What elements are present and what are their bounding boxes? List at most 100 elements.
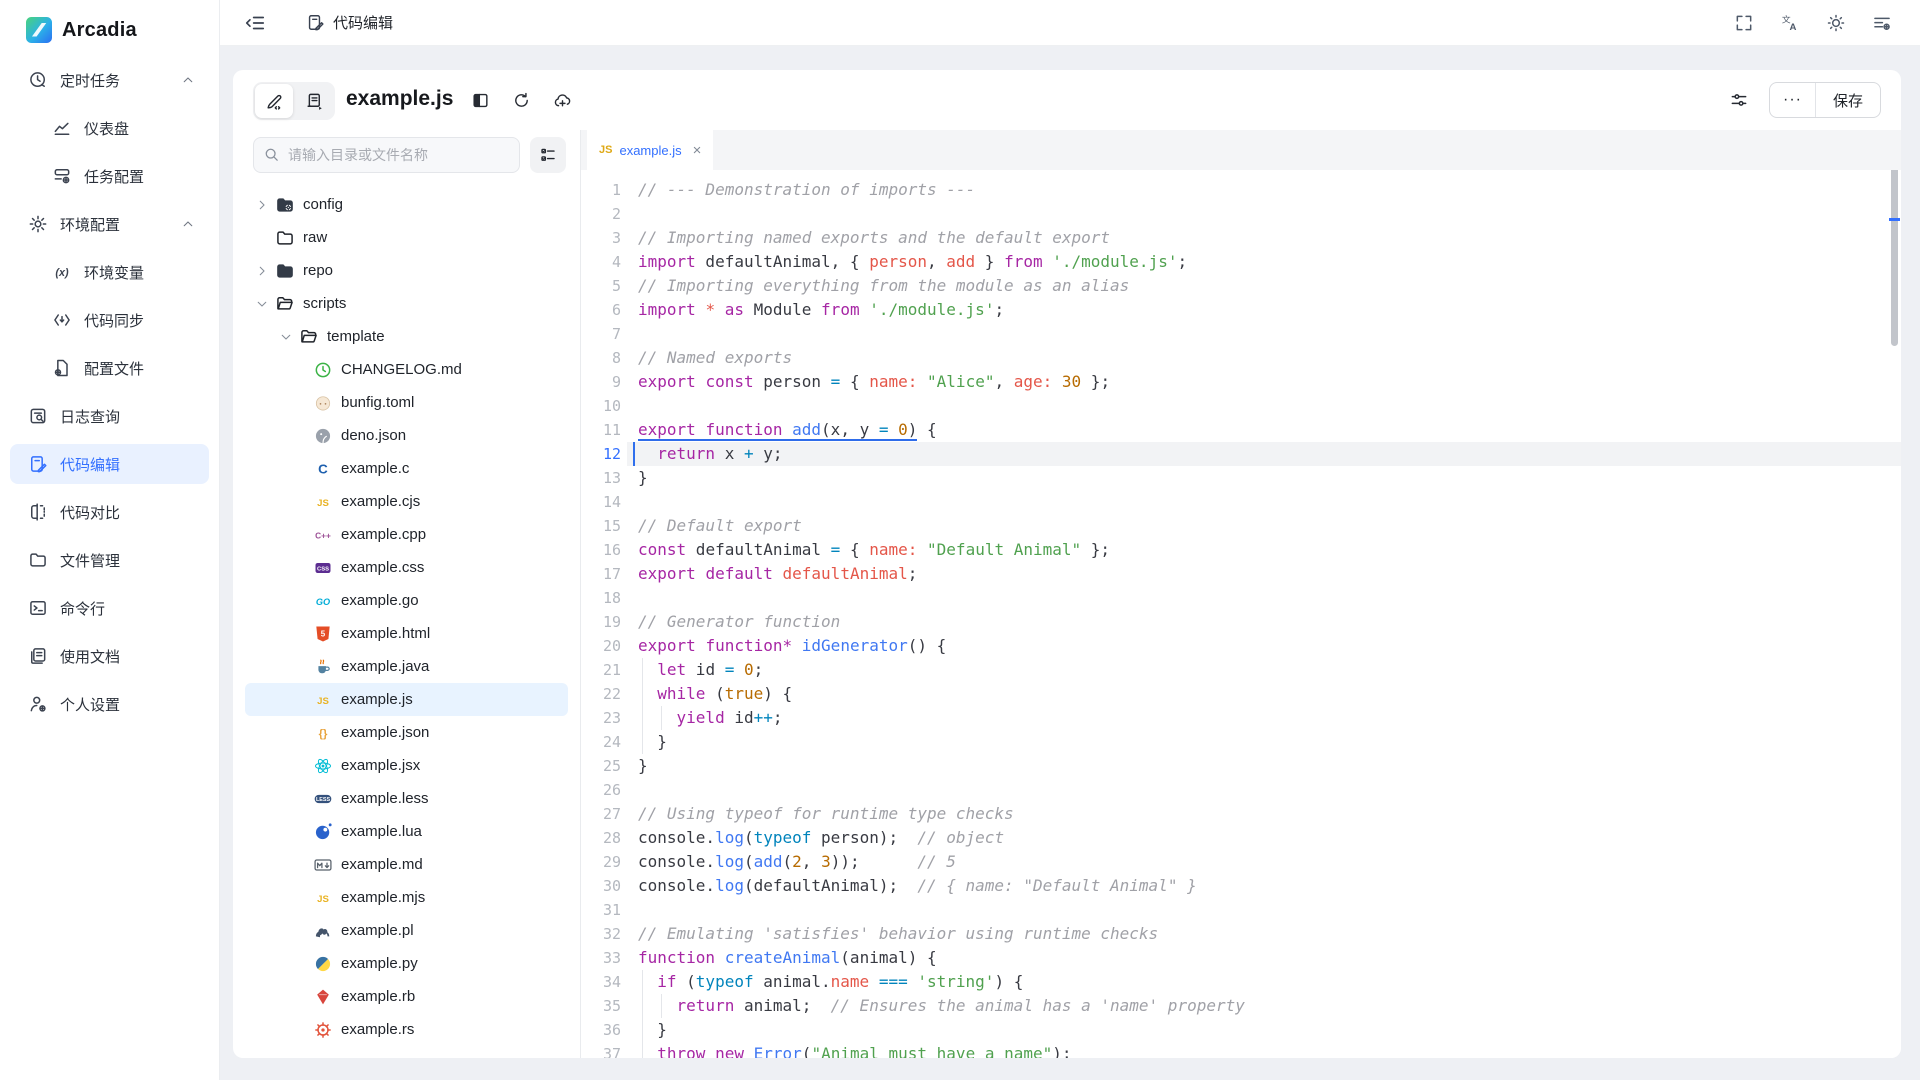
line-text: function createAnimal(animal) { xyxy=(638,948,937,967)
save-button[interactable]: 保存 xyxy=(1816,83,1880,117)
tree-node-example.cpp[interactable]: C++example.cpp xyxy=(245,518,568,551)
translate-icon[interactable]: 文A xyxy=(1780,13,1800,33)
code-line-14: 14 xyxy=(581,490,1901,514)
edit-code-mode-button[interactable] xyxy=(255,84,293,118)
sidebar-item-个人设置[interactable]: 个人设置 xyxy=(10,684,209,724)
sidebar-item-文件管理[interactable]: 文件管理 xyxy=(10,540,209,580)
code-line-23: 23 yield id++; xyxy=(581,706,1901,730)
arcadia-logo-icon xyxy=(26,17,52,43)
line-number: 34 xyxy=(581,970,621,994)
tree-node-raw[interactable]: raw xyxy=(245,221,568,254)
search-box xyxy=(253,137,520,173)
line-number: 37 xyxy=(581,1042,621,1058)
sidebar-item-代码同步[interactable]: 代码同步 xyxy=(10,300,209,340)
tree-filter-button[interactable] xyxy=(530,137,566,173)
tree-node-example.pl[interactable]: example.pl xyxy=(245,914,568,947)
tree-node-example.py[interactable]: example.py xyxy=(245,947,568,980)
tree-node-example.cjs[interactable]: JSexample.cjs xyxy=(245,485,568,518)
tab-example-js[interactable]: JS example.js × xyxy=(587,130,713,170)
content-area: example.js ··· 保存 xyxy=(220,46,1920,1080)
sidebar-item-使用文档[interactable]: 使用文档 xyxy=(10,636,209,676)
folder-solid-icon xyxy=(275,261,295,281)
script-run-mode-button[interactable] xyxy=(295,84,333,118)
sidebar-item-日志查询[interactable]: 日志查询 xyxy=(10,396,209,436)
tree-node-example.md[interactable]: example.md xyxy=(245,848,568,881)
chevron-right-icon[interactable] xyxy=(255,264,269,278)
folder-icon xyxy=(275,228,295,248)
tree-node-CHANGELOG.md[interactable]: CHANGELOG.md xyxy=(245,353,568,386)
tree-node-example.rb[interactable]: example.rb xyxy=(245,980,568,1013)
tree-node-example.html[interactable]: 5example.html xyxy=(245,617,568,650)
code-line-17: 17export default defaultAnimal; xyxy=(581,562,1901,586)
tree-node-example.js[interactable]: JS example.js xyxy=(245,683,568,716)
fullscreen-icon[interactable] xyxy=(1734,13,1754,33)
code-editor: JS example.js × 1// --- Demonstration of… xyxy=(580,130,1901,1058)
chevron-right-icon[interactable] xyxy=(255,198,269,212)
tree-node-example.css[interactable]: CSSexample.css xyxy=(245,551,568,584)
tree-search-input[interactable] xyxy=(253,137,520,173)
tree-node-example.java[interactable]: example.java xyxy=(245,650,568,683)
sidebar-item-任务配置[interactable]: 任务配置 xyxy=(10,156,209,196)
code-line-36: 36 } xyxy=(581,1018,1901,1042)
vertical-scrollbar[interactable] xyxy=(1891,170,1898,346)
tree-node-example.json[interactable]: {}example.json xyxy=(245,716,568,749)
tree-node-label: example.js xyxy=(341,691,413,708)
more-button[interactable]: ··· xyxy=(1770,83,1816,117)
brand-name: Arcadia xyxy=(62,19,137,42)
sidebar-item-配置文件[interactable]: 配置文件 xyxy=(10,348,209,388)
sidebar-item-命令行[interactable]: 命令行 xyxy=(10,588,209,628)
tree-node-config[interactable]: config xyxy=(245,188,568,221)
tree-node-label: example.py xyxy=(341,955,418,972)
sidebar-item-环境变量[interactable]: (x)环境变量 xyxy=(10,252,209,292)
tree-node-template[interactable]: template xyxy=(245,320,568,353)
tree-node-bunfig.toml[interactable]: bunfig.toml xyxy=(245,386,568,419)
code-area[interactable]: 1// --- Demonstration of imports ---23//… xyxy=(581,170,1901,1058)
chevron-down-icon[interactable] xyxy=(255,297,269,311)
theme-light-icon[interactable] xyxy=(1826,13,1846,33)
sidebar-item-环境配置[interactable]: 环境配置 xyxy=(10,204,209,244)
sliders-icon[interactable] xyxy=(1729,90,1749,110)
tree-node-example.lua[interactable]: example.lua xyxy=(245,815,568,848)
chevron-up-icon[interactable] xyxy=(181,217,195,231)
cloud-add-icon[interactable] xyxy=(553,91,572,110)
line-text: export default defaultAnimal; xyxy=(638,564,917,583)
sidebar-item-仪表盘[interactable]: 仪表盘 xyxy=(10,108,209,148)
line-number: 16 xyxy=(581,538,621,562)
file-title: example.js xyxy=(346,87,453,111)
tree-node-example.c[interactable]: Cexample.c xyxy=(245,452,568,485)
line-text: console.log(add(2, 3)); // 5 xyxy=(638,852,956,871)
tree-node-example.go[interactable]: GOexample.go xyxy=(245,584,568,617)
line-text: // Using typeof for runtime type checks xyxy=(638,804,1014,823)
tree-node-example.mjs[interactable]: JSexample.mjs xyxy=(245,881,568,914)
code-line-29: 29console.log(add(2, 3)); // 5 xyxy=(581,850,1901,874)
svg-text:JS: JS xyxy=(317,695,329,706)
go-icon: GO xyxy=(313,591,333,611)
split-panel-icon[interactable] xyxy=(471,91,490,110)
chevron-up-icon[interactable] xyxy=(181,73,195,87)
tree-node-example.rs[interactable]: example.rs xyxy=(245,1013,568,1046)
config-file-icon xyxy=(52,358,72,378)
code-line-2: 2 xyxy=(581,202,1901,226)
sidebar-item-代码编辑[interactable]: 代码编辑 xyxy=(10,444,209,484)
tree-node-deno.json[interactable]: deno.json xyxy=(245,419,568,452)
tree-node-repo[interactable]: repo xyxy=(245,254,568,287)
code-line-11: 11export function add(x, y = 0) { xyxy=(581,418,1901,442)
breadcrumb[interactable]: 代码编辑 xyxy=(306,12,393,33)
cpp-icon: C++ xyxy=(313,525,333,545)
script-run-icon xyxy=(305,92,324,111)
collapse-sidebar-icon[interactable] xyxy=(244,12,266,34)
tree-node-scripts[interactable]: scripts xyxy=(245,287,568,320)
code-line-26: 26 xyxy=(581,778,1901,802)
sidebar-item-定时任务[interactable]: 定时任务 xyxy=(10,60,209,100)
gear-icon xyxy=(28,214,48,234)
tree-node-label: config xyxy=(303,196,343,213)
refresh-icon[interactable] xyxy=(512,91,531,110)
sidebar-item-代码对比[interactable]: 代码对比 xyxy=(10,492,209,532)
line-text: // Importing named exports and the defau… xyxy=(638,228,1110,247)
list-settings-icon[interactable] xyxy=(1872,13,1892,33)
tab-close-icon[interactable]: × xyxy=(693,143,702,158)
tree-node-example.jsx[interactable]: example.jsx xyxy=(245,749,568,782)
tree-node-example.less[interactable]: LESSexample.less xyxy=(245,782,568,815)
chevron-down-icon[interactable] xyxy=(279,330,293,344)
line-text: return animal; // Ensures the animal has… xyxy=(638,996,1245,1015)
